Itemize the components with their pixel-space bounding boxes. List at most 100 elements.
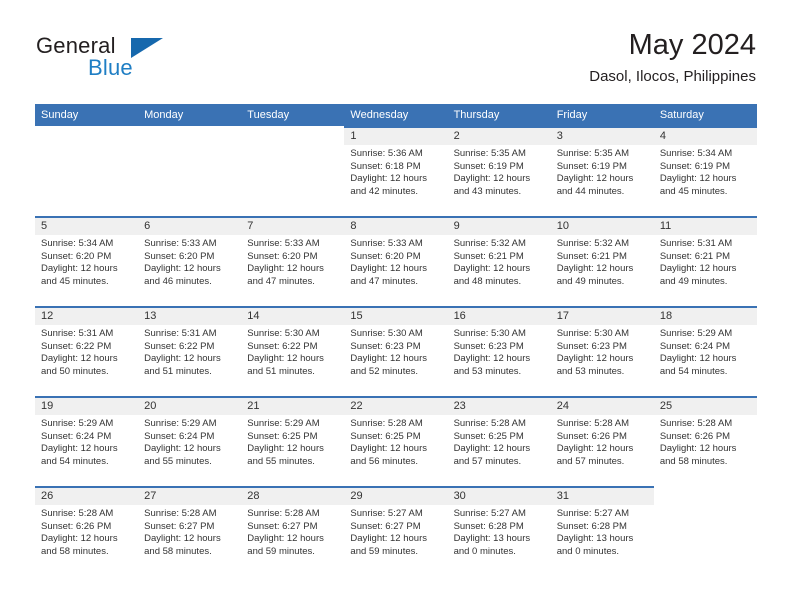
day-cell[interactable]: 14 Sunrise: 5:30 AM Sunset: 6:22 PM Dayl… <box>241 306 345 396</box>
daylight-text-line2: and 57 minutes. <box>453 455 522 467</box>
day-cell[interactable]: 26 Sunrise: 5:28 AM Sunset: 6:26 PM Dayl… <box>35 486 139 576</box>
day-number: 14 <box>241 308 345 325</box>
daylight-text-line2: and 0 minutes. <box>556 545 620 557</box>
day-cell[interactable]: 10 Sunrise: 5:32 AM Sunset: 6:21 PM Dayl… <box>550 216 654 306</box>
sunset-text: Sunset: 6:24 PM <box>41 430 112 442</box>
daylight-text-line1: Daylight: 12 hours <box>659 173 737 185</box>
sunset-text: Sunset: 6:27 PM <box>350 520 421 532</box>
sunset-text: Sunset: 6:24 PM <box>659 340 731 352</box>
day-cell[interactable]: 11 Sunrise: 5:31 AM Sunset: 6:21 PM Dayl… <box>653 216 757 306</box>
daylight-text-line1: Daylight: 12 hours <box>144 533 221 545</box>
sunrise-text: Sunrise: 5:34 AM <box>659 148 733 159</box>
daylight-text-line2: and 47 minutes. <box>247 275 315 287</box>
day-number: 28 <box>241 488 345 505</box>
day-details: Sunrise: 5:30 AM Sunset: 6:23 PM Dayligh… <box>448 325 551 378</box>
sunset-text: Sunset: 6:28 PM <box>556 520 627 532</box>
sunrise-text: Sunrise: 5:29 AM <box>659 328 733 339</box>
page-header: General Blue May 2024 Dasol, Ilocos, Phi… <box>0 0 792 104</box>
day-number: 19 <box>35 398 139 415</box>
daylight-text-line1: Daylight: 12 hours <box>144 353 221 365</box>
day-details: Sunrise: 5:28 AM Sunset: 6:26 PM Dayligh… <box>35 505 138 558</box>
day-cell[interactable]: 1 Sunrise: 5:36 AM Sunset: 6:18 PM Dayli… <box>344 126 448 216</box>
day-number: 7 <box>241 218 345 235</box>
daylight-text-line2: and 45 minutes. <box>659 185 728 197</box>
day-number: 5 <box>35 218 139 235</box>
day-cell[interactable]: 17 Sunrise: 5:30 AM Sunset: 6:23 PM Dayl… <box>550 306 654 396</box>
weekday-header-saturday: Saturday <box>659 109 704 121</box>
day-cell[interactable]: 31 Sunrise: 5:27 AM Sunset: 6:28 PM Dayl… <box>550 486 654 576</box>
day-cell[interactable]: 15 Sunrise: 5:30 AM Sunset: 6:23 PM Dayl… <box>344 306 448 396</box>
sunrise-text: Sunrise: 5:31 AM <box>41 328 114 339</box>
daylight-text-line1: Daylight: 12 hours <box>247 533 324 545</box>
day-cell[interactable]: 8 Sunrise: 5:33 AM Sunset: 6:20 PM Dayli… <box>344 216 448 306</box>
sunrise-text: Sunrise: 5:32 AM <box>453 238 526 249</box>
daylight-text-line2: and 45 minutes. <box>41 275 109 287</box>
daylight-text-line2: and 50 minutes. <box>41 365 109 377</box>
sunrise-text: Sunrise: 5:29 AM <box>144 418 217 429</box>
day-number: 27 <box>138 488 242 505</box>
day-cell[interactable]: 18 Sunrise: 5:29 AM Sunset: 6:24 PM Dayl… <box>653 306 757 396</box>
daylight-text-line1: Daylight: 12 hours <box>659 263 737 275</box>
daylight-text-line1: Daylight: 12 hours <box>453 443 531 455</box>
sunset-text: Sunset: 6:27 PM <box>144 520 215 532</box>
page-title: May 2024 <box>628 29 756 61</box>
daylight-text-line2: and 51 minutes. <box>144 365 212 377</box>
calendar-week-row: 12 Sunrise: 5:31 AM Sunset: 6:22 PM Dayl… <box>35 306 757 396</box>
sunset-text: Sunset: 6:23 PM <box>350 340 421 352</box>
day-cell[interactable]: 2 Sunrise: 5:35 AM Sunset: 6:19 PM Dayli… <box>447 126 551 216</box>
day-cell[interactable]: 6 Sunrise: 5:33 AM Sunset: 6:20 PM Dayli… <box>138 216 242 306</box>
sunset-text: Sunset: 6:28 PM <box>453 520 524 532</box>
day-cell[interactable]: 22 Sunrise: 5:28 AM Sunset: 6:25 PM Dayl… <box>344 396 448 486</box>
day-details: Sunrise: 5:29 AM Sunset: 6:24 PM Dayligh… <box>138 415 241 468</box>
daylight-text-line2: and 58 minutes. <box>144 545 212 557</box>
day-cell[interactable]: 16 Sunrise: 5:30 AM Sunset: 6:23 PM Dayl… <box>447 306 551 396</box>
day-number: 4 <box>653 128 757 145</box>
day-number: 25 <box>653 398 757 415</box>
weekday-header-row: Sunday Monday Tuesday Wednesday Thursday… <box>35 104 757 126</box>
day-cell[interactable]: 4 Sunrise: 5:34 AM Sunset: 6:19 PM Dayli… <box>653 126 757 216</box>
day-cell[interactable]: 25 Sunrise: 5:28 AM Sunset: 6:26 PM Dayl… <box>653 396 757 486</box>
sunset-text: Sunset: 6:20 PM <box>144 250 215 262</box>
sunrise-text: Sunrise: 5:33 AM <box>247 238 320 249</box>
day-details: Sunrise: 5:27 AM Sunset: 6:27 PM Dayligh… <box>344 505 447 558</box>
sunset-text: Sunset: 6:20 PM <box>247 250 318 262</box>
sunrise-text: Sunrise: 5:33 AM <box>350 238 423 249</box>
day-details: Sunrise: 5:35 AM Sunset: 6:19 PM Dayligh… <box>448 145 551 198</box>
day-cell[interactable]: 23 Sunrise: 5:28 AM Sunset: 6:25 PM Dayl… <box>447 396 551 486</box>
day-cell[interactable]: 30 Sunrise: 5:27 AM Sunset: 6:28 PM Dayl… <box>447 486 551 576</box>
sunset-text: Sunset: 6:23 PM <box>556 340 627 352</box>
sunset-text: Sunset: 6:25 PM <box>453 430 524 442</box>
day-details: Sunrise: 5:27 AM Sunset: 6:28 PM Dayligh… <box>551 505 654 558</box>
daylight-text-line1: Daylight: 12 hours <box>144 263 221 275</box>
sunset-text: Sunset: 6:21 PM <box>659 250 731 262</box>
day-number: 3 <box>550 128 654 145</box>
day-cell[interactable]: 9 Sunrise: 5:32 AM Sunset: 6:21 PM Dayli… <box>447 216 551 306</box>
daylight-text-line2: and 56 minutes. <box>350 455 419 467</box>
day-cell[interactable]: 7 Sunrise: 5:33 AM Sunset: 6:20 PM Dayli… <box>241 216 345 306</box>
day-cell[interactable]: 13 Sunrise: 5:31 AM Sunset: 6:22 PM Dayl… <box>138 306 242 396</box>
sunrise-text: Sunrise: 5:36 AM <box>350 148 423 159</box>
calendar-week-row: 19 Sunrise: 5:29 AM Sunset: 6:24 PM Dayl… <box>35 396 757 486</box>
daylight-text-line2: and 46 minutes. <box>144 275 212 287</box>
day-cell[interactable]: 12 Sunrise: 5:31 AM Sunset: 6:22 PM Dayl… <box>35 306 139 396</box>
day-details: Sunrise: 5:32 AM Sunset: 6:21 PM Dayligh… <box>551 235 654 288</box>
daylight-text-line2: and 58 minutes. <box>659 455 728 467</box>
sunrise-text: Sunrise: 5:33 AM <box>144 238 217 249</box>
day-cell[interactable]: 29 Sunrise: 5:27 AM Sunset: 6:27 PM Dayl… <box>344 486 448 576</box>
day-cell[interactable]: 28 Sunrise: 5:28 AM Sunset: 6:27 PM Dayl… <box>241 486 345 576</box>
day-cell[interactable]: 3 Sunrise: 5:35 AM Sunset: 6:19 PM Dayli… <box>550 126 654 216</box>
sunset-text: Sunset: 6:27 PM <box>247 520 318 532</box>
daylight-text-line2: and 55 minutes. <box>247 455 315 467</box>
daylight-text-line1: Daylight: 12 hours <box>41 263 118 275</box>
day-cell[interactable]: 20 Sunrise: 5:29 AM Sunset: 6:24 PM Dayl… <box>138 396 242 486</box>
sunset-text: Sunset: 6:24 PM <box>144 430 215 442</box>
brand-logo[interactable]: General Blue <box>36 33 236 88</box>
blue-triangle-logo-icon <box>131 38 163 58</box>
day-cell[interactable]: 21 Sunrise: 5:29 AM Sunset: 6:25 PM Dayl… <box>241 396 345 486</box>
day-cell[interactable]: 24 Sunrise: 5:28 AM Sunset: 6:26 PM Dayl… <box>550 396 654 486</box>
day-cell[interactable]: 27 Sunrise: 5:28 AM Sunset: 6:27 PM Dayl… <box>138 486 242 576</box>
day-cell[interactable]: 19 Sunrise: 5:29 AM Sunset: 6:24 PM Dayl… <box>35 396 139 486</box>
sunrise-text: Sunrise: 5:35 AM <box>453 148 526 159</box>
day-cell[interactable]: 5 Sunrise: 5:34 AM Sunset: 6:20 PM Dayli… <box>35 216 139 306</box>
day-number: 10 <box>550 218 654 235</box>
